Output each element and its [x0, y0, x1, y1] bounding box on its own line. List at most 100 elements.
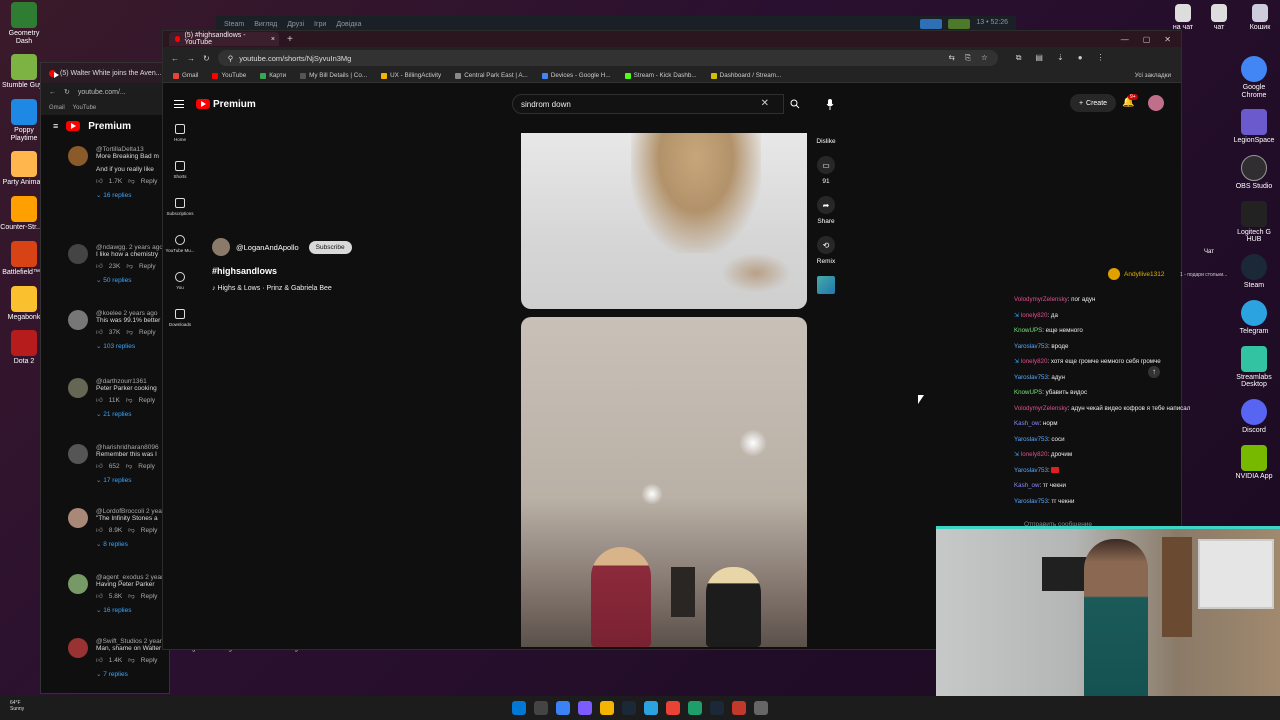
sidepanel-icon[interactable]: ▤ [1035, 53, 1043, 63]
chat-username[interactable]: KnowUPS [1014, 389, 1042, 396]
like-icon[interactable]: 👍︎ [96, 328, 103, 336]
like-icon[interactable]: 👍︎ [96, 177, 103, 185]
chat-username[interactable]: lonely820 [1021, 312, 1048, 319]
nav-item-shorts[interactable]: Shorts [162, 161, 198, 179]
chat-username[interactable]: KnowUPS [1014, 327, 1042, 334]
bookmark-youtube[interactable]: YouTube [73, 105, 97, 111]
bookmark-item[interactable]: Карти [260, 72, 286, 79]
translate-icon[interactable]: ⇆ [949, 53, 955, 63]
taskbar-app-icon[interactable] [600, 701, 614, 715]
reply-button[interactable]: Reply [141, 593, 158, 600]
chat-username[interactable]: Yaroslav753 [1014, 374, 1048, 381]
desktop-icon-steam[interactable]: Steam [1230, 254, 1278, 290]
desktop-icon-legionspace[interactable]: LegionSpace [1230, 109, 1278, 145]
like-icon[interactable]: 👍︎ [96, 396, 103, 404]
chat-username[interactable]: Yaroslav753 [1014, 467, 1048, 474]
steam-announcement-icon[interactable] [920, 19, 943, 29]
chat-username[interactable]: VolodymyrZelensky [1014, 405, 1068, 412]
reply-button[interactable]: Reply [141, 657, 158, 664]
extensions-icon[interactable]: ⧉ [1016, 53, 1022, 63]
taskbar-app-icon[interactable] [688, 701, 702, 715]
all-bookmarks[interactable]: Усі закладки [1135, 72, 1181, 79]
remix-button[interactable]: ⟲ Remix [812, 236, 840, 265]
chat-username[interactable]: lonely820 [1021, 451, 1048, 458]
avatar[interactable] [68, 146, 88, 166]
dislike-icon[interactable]: 👎︎ [126, 328, 133, 336]
avatar[interactable] [68, 378, 88, 398]
dislike-icon[interactable]: 👎︎ [126, 462, 133, 470]
reload-icon[interactable]: ↻ [203, 54, 210, 63]
chat-username[interactable]: Kash_ow [1014, 420, 1039, 427]
taskbar-app-icon[interactable] [732, 701, 746, 715]
avatar[interactable] [68, 444, 88, 464]
bookmark-item[interactable]: Stream - Kick Dashb... [624, 72, 697, 79]
steam-menu-friends[interactable]: Друзі [287, 21, 304, 28]
desktop-icon-recycle-bin[interactable]: Кошик [1240, 4, 1280, 32]
like-icon[interactable]: 👍︎ [96, 656, 103, 664]
taskbar-app-icon[interactable] [644, 701, 658, 715]
desktop-icon-chat[interactable]: чат [1204, 4, 1234, 32]
chat-username[interactable]: VolodymyrZelensky [1014, 296, 1068, 303]
minimize-icon[interactable]: — [1121, 35, 1129, 44]
youtube-logo-icon[interactable] [66, 121, 81, 131]
steam-menu-view[interactable]: Вигляд [254, 21, 277, 28]
dislike-button[interactable]: Dislike [812, 138, 840, 145]
search-button[interactable] [784, 94, 806, 114]
short-video-previous[interactable] [521, 133, 807, 309]
channel-avatar[interactable] [212, 238, 230, 256]
subscribe-button[interactable]: Subscribe [308, 240, 352, 254]
avatar[interactable] [68, 244, 88, 264]
dislike-icon[interactable]: 👎︎ [128, 526, 135, 534]
taskbar-app-icon[interactable] [666, 701, 680, 715]
weather-widget[interactable]: 64°F Sunny [10, 700, 24, 712]
back-url[interactable]: youtube.com/... [78, 89, 126, 96]
chat-username[interactable]: Yaroslav753 [1014, 498, 1048, 505]
steam-menu-help[interactable]: Довідка [336, 21, 361, 28]
nav-item-home[interactable]: Home [162, 124, 198, 142]
replies-toggle[interactable]: ⌄ 7 replies [96, 670, 364, 678]
bookmark-item[interactable]: Gmail [173, 72, 198, 79]
taskbar-app-icon[interactable] [710, 701, 724, 715]
scroll-up-icon[interactable]: ↑ [1148, 366, 1160, 378]
downloads-icon[interactable]: ⇣ [1057, 53, 1064, 63]
address-bar[interactable]: ⚲ youtube.com/shorts/NjSyvuIn3Mg ⇆ ⎘ ☆ [217, 50, 998, 66]
desktop-icon-streamlabs[interactable]: Streamlabs Desktop [1230, 345, 1278, 389]
like-icon[interactable]: 👍︎ [96, 592, 103, 600]
steam-menu-games[interactable]: Ігри [314, 21, 326, 28]
notifications-button[interactable]: 🔔 9+ [1122, 94, 1138, 108]
menu-icon[interactable]: ≡ [53, 121, 58, 131]
nav-item-downloads[interactable]: Downloads [162, 309, 198, 327]
create-button[interactable]: + Create [1070, 94, 1116, 112]
like-icon[interactable]: 👍︎ [96, 262, 103, 270]
bookmark-item[interactable]: My Bill Details | Co... [300, 72, 367, 79]
maximize-icon[interactable]: ▢ [1143, 35, 1151, 44]
install-icon[interactable]: ⎘ [965, 53, 971, 63]
channel-name[interactable]: @LoganAndApollo [236, 243, 299, 252]
clear-search-icon[interactable]: ✕ [761, 98, 769, 109]
taskbar-app-icon[interactable] [754, 701, 768, 715]
desktop-icon-logitech[interactable]: Logitech G HUB [1230, 200, 1278, 244]
desktop-icon-chrome[interactable]: Google Chrome [1230, 56, 1278, 99]
desktop-icon-nvidia[interactable]: NVIDIA App [1230, 444, 1278, 481]
voice-search-button[interactable] [820, 94, 840, 114]
front-tab-active[interactable]: (5) #highsandlows - YouTube × [169, 32, 279, 46]
avatar[interactable] [1148, 95, 1164, 111]
reply-button[interactable]: Reply [141, 527, 158, 534]
chat-username[interactable]: Yaroslav753 [1014, 343, 1048, 350]
dislike-icon[interactable]: 👎︎ [128, 592, 135, 600]
back-arrow-icon[interactable]: ← [171, 54, 179, 63]
sound-thumbnail[interactable] [817, 276, 835, 294]
chat-username[interactable]: lonely820 [1021, 358, 1048, 365]
dislike-icon[interactable]: 👎︎ [128, 177, 135, 185]
avatar[interactable] [68, 310, 88, 330]
search-input[interactable]: sindrom down ✕ [512, 94, 784, 114]
taskbar-app-icon[interactable] [512, 701, 526, 715]
like-icon[interactable]: 👍︎ [96, 526, 103, 534]
forward-arrow-icon[interactable]: → [187, 54, 195, 63]
like-icon[interactable]: 👍︎ [96, 462, 103, 470]
avatar[interactable] [68, 638, 88, 658]
taskbar-app-icon[interactable] [578, 701, 592, 715]
profile-icon[interactable]: ● [1078, 53, 1083, 63]
bookmark-item[interactable]: Dashboard / Stream... [710, 72, 781, 79]
reply-button[interactable]: Reply [141, 178, 158, 185]
